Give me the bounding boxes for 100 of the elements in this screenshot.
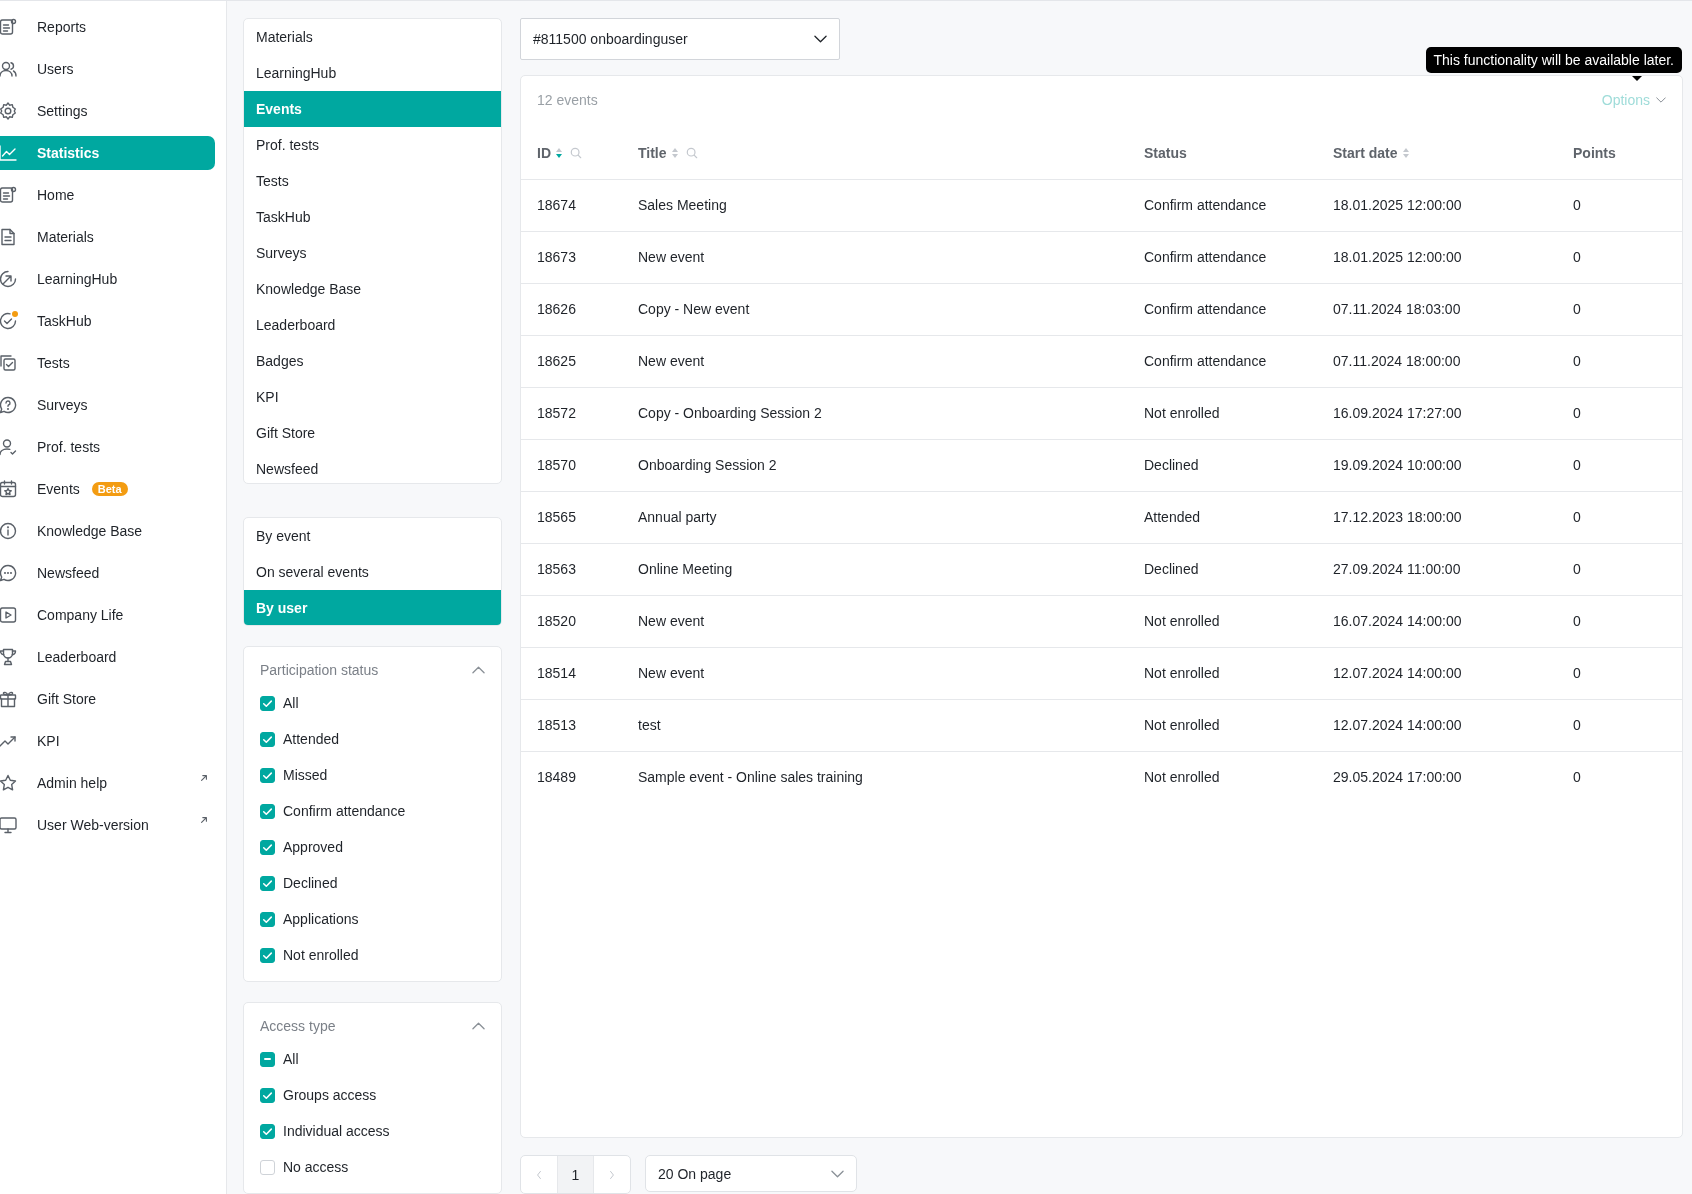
chevron-down-icon xyxy=(814,34,827,43)
sidebar-item[interactable]: Users xyxy=(0,52,215,86)
table-cell-text: 0 xyxy=(1573,509,1582,526)
table-cell-text: test xyxy=(638,717,662,734)
table-cell-text: 19.09.2024 10:00:00 xyxy=(1333,457,1463,474)
sidebar-item[interactable]: KPI xyxy=(0,724,215,758)
menu-item[interactable]: Newsfeed xyxy=(244,451,501,483)
checkbox[interactable] xyxy=(260,695,275,711)
sidebar-item-label: Reports xyxy=(37,19,87,35)
table-cell-text: Declined xyxy=(1144,457,1200,474)
sidebar-item-label: KPI xyxy=(37,733,60,749)
table-cell-text: 0 xyxy=(1573,717,1582,734)
page-number[interactable]: 1 xyxy=(557,1156,594,1193)
sidebar-item[interactable]: Home xyxy=(0,178,215,212)
monitor-icon xyxy=(0,815,18,835)
table-cell-text: 16.09.2024 17:27:00 xyxy=(1333,405,1463,422)
sidebar-item-label: User Web-version xyxy=(37,817,149,833)
chevron-down-icon xyxy=(1656,96,1666,103)
beta-badge: Beta xyxy=(91,482,128,496)
checkbox-label: Approved xyxy=(283,839,343,855)
checkbox[interactable] xyxy=(260,1159,275,1175)
checkbox-label: Applications xyxy=(283,911,359,927)
table-cell-text: 18514 xyxy=(537,665,577,682)
table-cell-text: 18563 xyxy=(537,561,577,578)
checkbox[interactable] xyxy=(260,803,275,819)
checkbox[interactable] xyxy=(260,947,275,963)
table-cell-text: 12.07.2024 14:00:00 xyxy=(1333,665,1463,682)
sidebar-item[interactable]: Reports xyxy=(0,10,215,44)
menu-item[interactable]: Tests xyxy=(244,163,501,199)
table-cell-text: 18.01.2025 12:00:00 xyxy=(1333,249,1463,266)
sidebar-item[interactable]: Company Life xyxy=(0,598,215,632)
sidebar-item[interactable]: Knowledge Base xyxy=(0,514,215,548)
sidebar-item[interactable]: Surveys xyxy=(0,388,215,422)
menu-item[interactable]: On several events xyxy=(244,553,501,590)
sort-icon[interactable] xyxy=(1401,146,1410,159)
checkbox-stack-icon xyxy=(0,353,18,373)
menu-item[interactable]: By event xyxy=(244,517,501,554)
user-dropdown[interactable]: #811500 onboardinguser xyxy=(520,18,840,60)
table-cell-text: 0 xyxy=(1573,353,1582,370)
sidebar-item-label: Home xyxy=(37,187,75,203)
sidebar-item[interactable]: Prof. tests xyxy=(0,430,215,464)
checkbox[interactable] xyxy=(260,1051,275,1067)
search-icon[interactable] xyxy=(570,146,582,159)
checkbox-label: Groups access xyxy=(283,1087,377,1103)
chevron-up-icon[interactable] xyxy=(472,666,485,674)
sort-icon[interactable] xyxy=(670,146,679,159)
menu-item[interactable]: Gift Store xyxy=(244,415,501,451)
sidebar-item[interactable]: Events Beta xyxy=(0,472,215,506)
menu-item[interactable]: Badges xyxy=(244,343,501,379)
sidebar-item[interactable]: Materials xyxy=(0,220,215,254)
sidebar-item-label: Materials xyxy=(37,229,94,245)
checkbox[interactable] xyxy=(260,875,275,891)
column-header: Points xyxy=(1573,144,1616,161)
table-cell-text: 0 xyxy=(1573,197,1582,214)
sidebar-item-label: Statistics xyxy=(37,145,100,161)
menu-item[interactable]: Knowledge Base xyxy=(244,271,501,307)
sidebar-item[interactable]: Gift Store xyxy=(0,682,215,716)
sidebar-item-label: Prof. tests xyxy=(37,439,101,455)
sidebar-item[interactable]: Settings xyxy=(0,94,215,128)
sidebar-item[interactable]: LearningHub xyxy=(0,262,215,296)
sidebar-item[interactable]: TaskHub xyxy=(0,304,215,338)
column-header: ID xyxy=(537,144,551,161)
table-cell-text: 0 xyxy=(1573,561,1582,578)
sort-icon[interactable] xyxy=(555,146,563,159)
checkbox[interactable] xyxy=(260,1087,275,1103)
checkbox-label: Declined xyxy=(283,875,338,891)
menu-item[interactable]: LearningHub xyxy=(244,55,501,91)
check-circle-icon xyxy=(0,311,18,331)
table-cell-text: New event xyxy=(638,353,706,370)
line-chart-icon xyxy=(0,143,18,163)
table-cell-text: 0 xyxy=(1573,769,1582,786)
menu-item[interactable]: KPI xyxy=(244,379,501,415)
menu-item[interactable]: TaskHub xyxy=(244,199,501,235)
menu-item[interactable]: Surveys xyxy=(244,235,501,271)
column-header: Title xyxy=(638,144,667,161)
star-icon xyxy=(0,773,18,793)
sidebar-item[interactable]: Leaderboard xyxy=(0,640,215,674)
sidebar-item[interactable]: Admin help xyxy=(0,766,215,800)
menu-item[interactable]: Materials xyxy=(244,19,501,55)
sidebar-item[interactable]: User Web-version xyxy=(0,808,215,842)
sidebar-item-label: TaskHub xyxy=(37,313,92,329)
table-cell-text: Annual party xyxy=(638,509,718,526)
menu-item[interactable]: Leaderboard xyxy=(244,307,501,343)
table-cell-text: Not enrolled xyxy=(1144,613,1221,630)
menu-item[interactable]: Prof. tests xyxy=(244,127,501,163)
checkbox[interactable] xyxy=(260,911,275,927)
page-size-dropdown[interactable]: 20 On page xyxy=(645,1155,857,1192)
checkbox-label: All xyxy=(283,695,299,711)
sidebar-item[interactable]: Newsfeed xyxy=(0,556,215,590)
table-cell-text: 17.12.2023 18:00:00 xyxy=(1333,509,1463,526)
checkbox[interactable] xyxy=(260,731,275,747)
table-cell-text: 18673 xyxy=(537,249,577,266)
checkbox[interactable] xyxy=(260,767,275,783)
checkbox[interactable] xyxy=(260,839,275,855)
sidebar-item[interactable]: Tests xyxy=(0,346,215,380)
search-icon[interactable] xyxy=(685,146,698,159)
chevron-up-icon[interactable] xyxy=(472,1022,485,1030)
table-cell-text: 18674 xyxy=(537,197,577,214)
user-check-icon xyxy=(0,437,18,457)
checkbox[interactable] xyxy=(260,1123,275,1139)
